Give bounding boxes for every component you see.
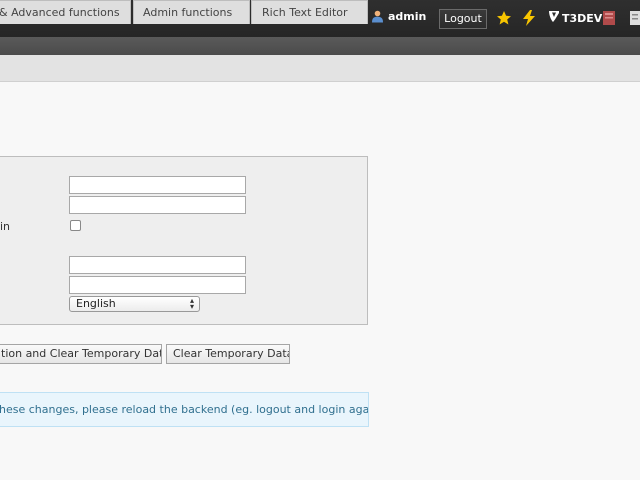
typo3-logo-icon: [548, 10, 560, 26]
bookmark-star-icon[interactable]: [496, 10, 512, 29]
tab-advanced-functions[interactable]: & Advanced functions: [0, 0, 131, 24]
search-icon[interactable]: [628, 10, 640, 29]
save-configuration-and-clear-temporary-data-button[interactable]: tion and Clear Temporary Data: [0, 344, 162, 364]
user-menu[interactable]: admin: [371, 10, 426, 23]
info-message-text: hese changes, please reload the backend …: [0, 403, 369, 416]
button-label: Clear Temporary Data: [173, 347, 290, 360]
password-field[interactable]: [69, 256, 246, 274]
language-select-value: English: [76, 297, 116, 310]
email-field[interactable]: [69, 196, 246, 214]
tab-admin-functions[interactable]: Admin functions: [133, 0, 250, 24]
clear-temporary-data-button[interactable]: Clear Temporary Data: [166, 344, 290, 364]
tab-rich-text-editor[interactable]: Rich Text Editor: [251, 0, 368, 24]
system-information[interactable]: T3DEV: [548, 10, 602, 26]
help-book-icon[interactable]: [602, 10, 616, 29]
info-message: hese changes, please reload the backend …: [0, 392, 369, 427]
tab-label: & Advanced functions: [0, 6, 120, 19]
user-icon: [371, 10, 384, 23]
logout-button[interactable]: Logout: [439, 9, 487, 29]
password-repeat-field[interactable]: [69, 276, 246, 294]
tab-label: Admin functions: [143, 6, 233, 19]
option-checkbox[interactable]: [70, 220, 81, 231]
name-field[interactable]: [69, 176, 246, 194]
language-select[interactable]: English ▴ ▾: [69, 296, 200, 312]
button-label: tion and Clear Temporary Data: [1, 347, 162, 360]
system-name: T3DEV: [562, 11, 603, 25]
clear-cache-bolt-icon[interactable]: [522, 10, 536, 29]
doc-header: [0, 55, 640, 82]
checkbox-label: in: [0, 220, 11, 233]
username: admin: [388, 10, 427, 23]
module-menu-bar: [0, 37, 640, 55]
select-arrows-icon: ▴ ▾: [189, 296, 194, 311]
tab-label: Rich Text Editor: [262, 6, 348, 19]
